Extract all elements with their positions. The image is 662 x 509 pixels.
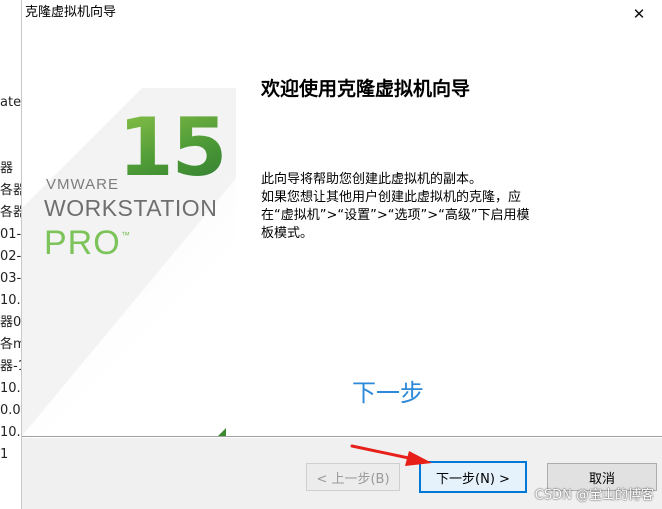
background-text: 1 — [0, 447, 9, 462]
dialog-title: 克隆虚拟机向导 — [25, 5, 117, 20]
close-button[interactable]: ✕ — [616, 0, 662, 28]
version-number: 15 — [118, 101, 227, 194]
background-window-strip: ate 器 各器 各器 01- 02- 03- 10. 器01 各m 器-1 1… — [0, 0, 22, 509]
watermark: CSDN @宝山的博客 — [534, 488, 654, 503]
description-line: 此向导将帮助您创建此虚拟机的副本。 — [261, 172, 483, 187]
vmware-logo-text: VMWARE — [46, 176, 119, 193]
background-text: 10. — [0, 381, 21, 396]
close-icon: ✕ — [632, 5, 646, 23]
background-text: 10. — [0, 425, 21, 440]
product-name: WORKSTATION — [44, 195, 218, 221]
background-text: 器 — [0, 161, 14, 176]
next-step-annotation: 下一步 — [352, 379, 424, 407]
background-text: 各器 — [0, 183, 21, 198]
background-text: 器-1 — [0, 359, 21, 374]
trademark-symbol: ™ — [121, 230, 130, 240]
banner-corner-triangle — [218, 428, 226, 436]
product-edition: PRO — [44, 224, 121, 262]
background-text: 02- — [0, 249, 22, 264]
wizard-description: 此向导将帮助您创建此虚拟机的副本。 如果您想让其他用户创建此虚拟机的克隆，应在“… — [261, 171, 541, 243]
background-text: 各器 — [0, 205, 21, 220]
description-line: 如果您想让其他用户创建此虚拟机的克隆，应在“虚拟机”>“设置”>“选项”>“高级… — [261, 190, 530, 241]
wizard-heading: 欢迎使用克隆虚拟机向导 — [261, 78, 471, 100]
vmware-banner: 15 VMWARE WORKSTATION PRO ™ — [22, 28, 236, 436]
background-text: 01- — [0, 227, 22, 242]
title-bar[interactable]: 克隆虚拟机向导 ✕ — [22, 0, 662, 28]
background-text: 各m — [0, 337, 21, 352]
back-button[interactable]: < 上一步(B) — [306, 463, 400, 491]
clone-vm-wizard-dialog: 克隆虚拟机向导 ✕ 15 VMWARE WORKSTATION PRO ™ 欢迎… — [22, 0, 662, 509]
background-text: 器01 — [0, 315, 22, 330]
background-text: 10. — [0, 293, 21, 308]
next-button[interactable]: 下一步(N) > — [419, 461, 527, 493]
background-text: ate — [0, 95, 22, 110]
background-text: 03- — [0, 271, 22, 286]
background-text: 0.0. — [0, 403, 21, 418]
